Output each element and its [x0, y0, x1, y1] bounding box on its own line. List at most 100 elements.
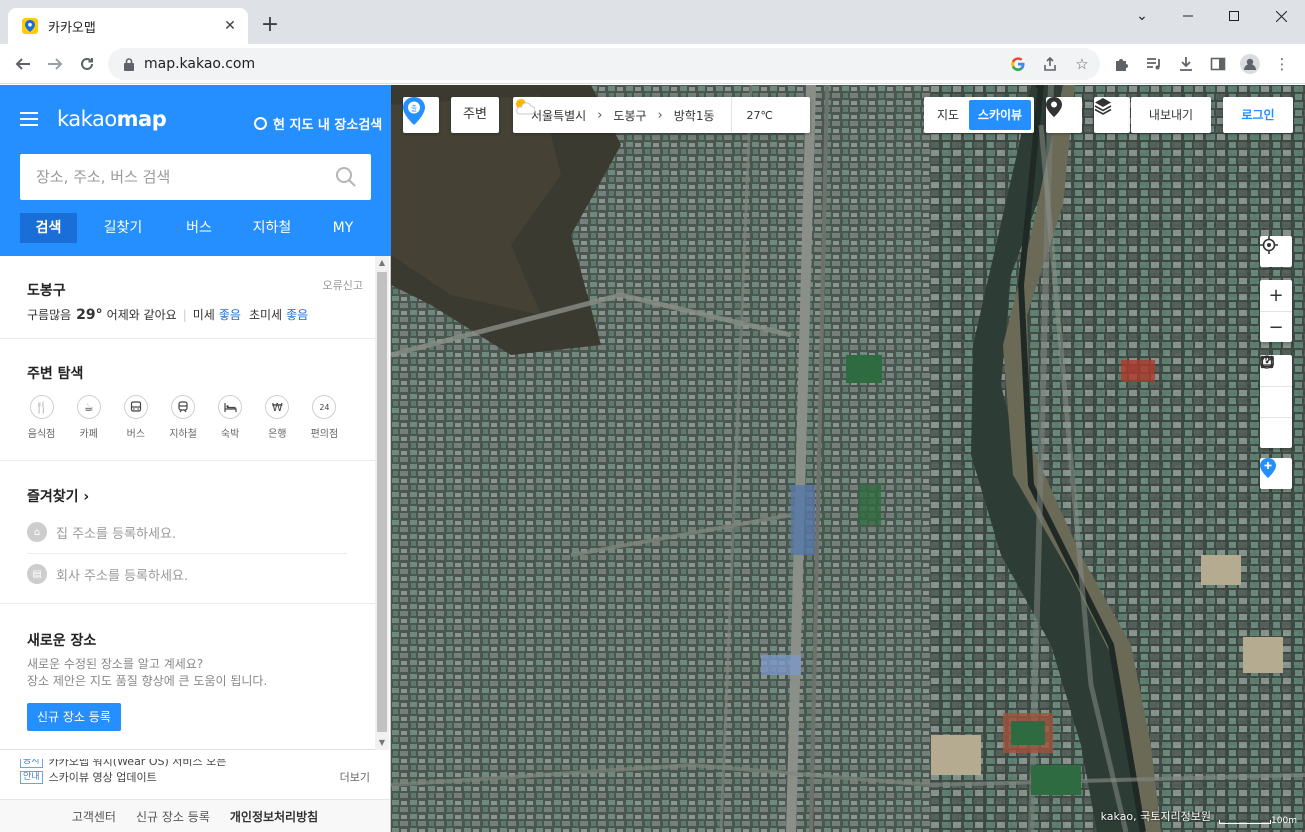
new-tab-button[interactable]: +	[258, 14, 282, 38]
nearby-bus[interactable]: 버스	[112, 395, 159, 440]
tab-subway[interactable]: 지하철	[229, 213, 315, 243]
breadcrumb-dong[interactable]: 방학1동	[674, 107, 715, 124]
chevron-right-icon: ›	[597, 107, 603, 123]
crosshair-icon[interactable]	[1260, 236, 1292, 267]
browser-tab[interactable]: 카카오맵 ✕	[8, 8, 248, 44]
roadview-button[interactable]	[1046, 97, 1082, 133]
sidebar-scrollbar[interactable]: ▲ ▼	[375, 256, 389, 750]
sidebar-footer: 고객센터 신규 장소 등록 개인정보처리방침	[0, 799, 390, 832]
reload-icon[interactable]	[73, 50, 101, 78]
divider: |	[182, 307, 187, 322]
register-place-link[interactable]: 신규 장소 등록	[136, 808, 210, 825]
profile-avatar-icon[interactable]	[1238, 52, 1262, 76]
address-bar[interactable]: map.kakao.com ☆	[108, 48, 1100, 80]
map-copyright: kakao, 국토지리정보원	[1100, 810, 1211, 823]
map-weather-temp: 27℃	[746, 108, 773, 122]
maximize-button[interactable]	[1211, 0, 1257, 32]
extensions-puzzle-icon[interactable]	[1110, 52, 1134, 76]
close-window-button[interactable]	[1258, 0, 1304, 32]
nearby-convenience-store[interactable]: 24 편의점	[301, 395, 348, 440]
register-place-button[interactable]: 신규 장소 등록	[27, 703, 121, 731]
nearby-restaurant[interactable]: 🍴 음식점	[18, 395, 65, 440]
building-icon: ▤	[27, 564, 47, 584]
layers-icon	[1094, 98, 1112, 115]
kakaomap-logo[interactable]: kakaomap	[57, 107, 167, 131]
breadcrumb-district[interactable]: 도봉구	[613, 107, 646, 124]
new-place-desc-line: 장소 제안은 지도 품질 향상에 큰 도움이 됩니다.	[27, 674, 268, 688]
nearby-label: 숙박	[220, 429, 240, 440]
nearby-lodging[interactable]: 숙박	[207, 395, 254, 440]
favorite-home[interactable]: ⌂ 집 주소를 등록하세요.	[27, 522, 348, 542]
favorite-work[interactable]: ▤ 회사 주소를 등록하세요.	[27, 564, 348, 584]
tab-directions[interactable]: 길찾기	[77, 213, 169, 243]
minimize-button[interactable]	[1165, 0, 1211, 32]
privacy-link[interactable]: 개인정보처리방침	[230, 808, 318, 825]
maptype-map-option[interactable]: 지도	[927, 100, 969, 130]
support-link[interactable]: 고객센터	[72, 808, 116, 825]
notice-item[interactable]: 공지 카카오맵 워치(Wear OS) 서비스 오픈	[20, 759, 375, 769]
area-search-label: 현 지도 내 장소검색	[273, 118, 383, 133]
weather-summary: 구름많음 29° 어제와 같아요 | 미세 좋음 초미세 좋음	[27, 306, 348, 323]
breadcrumb-city[interactable]: 서울특별시	[531, 107, 586, 124]
hamburger-menu-icon[interactable]	[20, 112, 38, 126]
side-panel-icon[interactable]	[1206, 52, 1230, 76]
home-icon: ⌂	[27, 522, 47, 542]
radius-measure-icon[interactable]	[1260, 355, 1292, 448]
media-control-icon[interactable]	[1142, 52, 1166, 76]
scroll-up-icon[interactable]: ▲	[375, 256, 389, 270]
export-button[interactable]: 내보내기	[1131, 97, 1211, 133]
map-layers-button[interactable]	[1094, 97, 1130, 133]
nearby-subway[interactable]: 지하철	[159, 395, 206, 440]
zoom-in-button[interactable]: +	[1260, 280, 1292, 311]
tab-search-chevron-icon[interactable]: ⌄	[1119, 0, 1165, 32]
nearby-cafe[interactable]: ☕ 카페	[65, 395, 112, 440]
new-place-section: 새로운 장소 새로운 수정된 장소를 알고 계세요? 장소 제안은 지도 품질 …	[0, 604, 375, 750]
divider	[27, 553, 347, 554]
maptype-skyview-option[interactable]: 스카이뷰	[969, 100, 1031, 130]
kakaomap-favicon-icon	[22, 18, 38, 34]
current-location-pin-button[interactable]: 출	[403, 97, 439, 133]
new-place-title: 새로운 장소	[27, 633, 97, 649]
add-place-control	[1260, 458, 1292, 489]
zoom-out-button[interactable]: −	[1260, 311, 1292, 342]
nearby-title: 주변 탐색	[27, 366, 84, 382]
nearby-bank[interactable]: ₩ 은행	[254, 395, 301, 440]
cafe-icon: ☕	[76, 395, 101, 419]
add-pin-icon[interactable]	[1260, 458, 1292, 489]
tab-close-icon[interactable]: ✕	[220, 16, 240, 36]
browser-menu-icon[interactable]: ⋮	[1270, 52, 1294, 76]
share-icon[interactable]	[1038, 52, 1062, 76]
map-canvas[interactable]: 출 주변 서울특별시 › 도봉구 › 방학1동 27℃ 지도 스카이뷰 내보내기…	[391, 85, 1305, 832]
subway-icon	[170, 395, 195, 419]
area-search-toggle[interactable]: 현 지도 내 장소검색	[254, 114, 382, 133]
back-arrow-icon[interactable]	[9, 50, 37, 78]
radio-icon[interactable]	[254, 117, 267, 130]
measure-tools	[1260, 355, 1292, 448]
download-icon[interactable]	[1174, 52, 1198, 76]
bookmark-star-icon[interactable]: ☆	[1070, 52, 1094, 76]
search-icon[interactable]	[335, 166, 357, 188]
bus-icon	[123, 395, 148, 419]
notice-more-link[interactable]: 더보기	[340, 769, 370, 785]
report-error-link[interactable]: 오류신고	[323, 277, 363, 293]
search-input[interactable]	[36, 168, 326, 186]
notice-item[interactable]: 안내 스카이뷰 영상 업데이트	[20, 769, 375, 785]
favorites-title[interactable]: 즐겨찾기 ›	[27, 486, 348, 506]
zoom-control: + −	[1260, 280, 1292, 342]
partly-cloudy-icon	[516, 99, 535, 115]
map-nearby-button[interactable]: 주변	[451, 97, 499, 133]
scroll-thumb[interactable]	[377, 272, 387, 732]
google-translate-icon[interactable]	[1006, 52, 1030, 76]
chevron-right-icon: ›	[657, 107, 663, 123]
notice-ticker: 공지 카카오맵 워치(Wear OS) 서비스 오픈 안내 스카이뷰 영상 업데…	[20, 759, 375, 797]
tab-search[interactable]: 검색	[20, 213, 77, 243]
login-button[interactable]: 로그인	[1223, 97, 1293, 133]
scroll-down-icon[interactable]: ▼	[375, 736, 389, 750]
lock-icon[interactable]	[122, 57, 136, 71]
forward-arrow-icon[interactable]	[41, 50, 69, 78]
tab-my[interactable]: MY	[315, 213, 371, 243]
sidebar-tabs: 검색 길찾기 버스 지하철 MY	[20, 213, 371, 243]
tab-bus[interactable]: 버스	[169, 213, 229, 243]
map-pin-icon: 출	[403, 97, 425, 125]
area-measure-icon[interactable]	[1260, 355, 1292, 417]
